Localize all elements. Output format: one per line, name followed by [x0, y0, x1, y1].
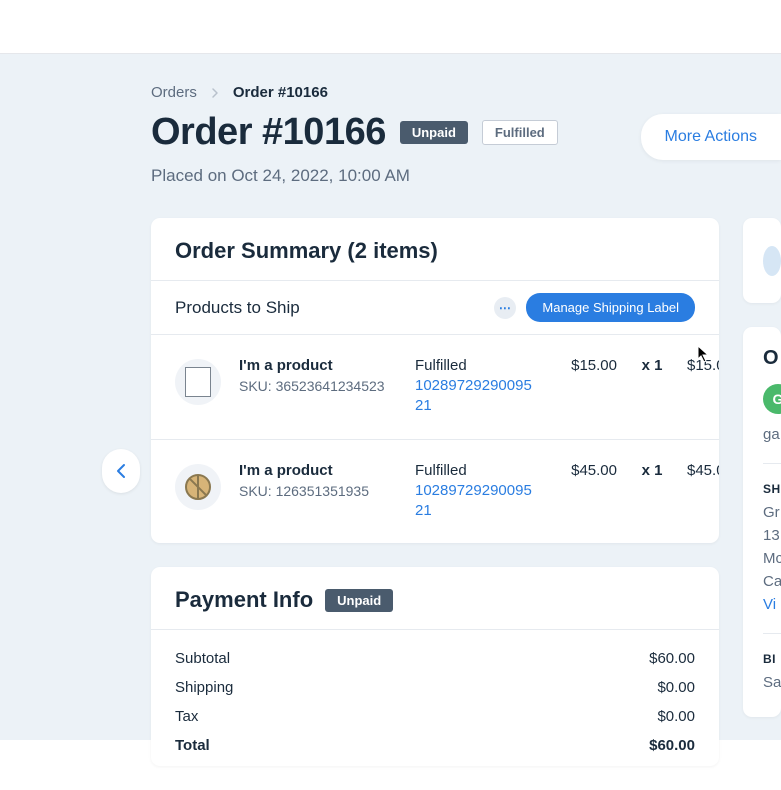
- frame-icon: [185, 367, 211, 397]
- shipping-line: 13: [763, 527, 781, 544]
- customer-avatar: G: [763, 384, 781, 414]
- more-actions-button[interactable]: More Actions: [641, 114, 781, 160]
- quantity: x 1: [635, 462, 669, 479]
- chevron-left-icon: [116, 463, 126, 479]
- product-sku: SKU: 126351351935: [239, 483, 397, 499]
- products-to-ship-label: Products to Ship: [175, 298, 300, 318]
- chevron-right-icon: [211, 87, 219, 99]
- divider: [763, 463, 781, 464]
- page-title: Order #10166: [151, 111, 386, 154]
- line-total: $45.00: [687, 462, 719, 479]
- product-icon: [185, 474, 211, 500]
- page-area: Orders Order #10166 Order #10166 Unpaid …: [0, 54, 781, 740]
- product-row: I'm a product SKU: 126351351935 Fulfille…: [151, 440, 719, 544]
- view-link[interactable]: Vi: [763, 596, 781, 613]
- product-name[interactable]: I'm a product: [239, 462, 397, 479]
- product-sku: SKU: 36523641234523: [239, 378, 397, 394]
- breadcrumb-current: Order #10166: [233, 84, 328, 101]
- main-column: Order Summary (2 items) Products to Ship…: [151, 218, 719, 790]
- shipping-line: Ca: [763, 573, 781, 590]
- unit-price: $45.00: [555, 462, 617, 479]
- product-info: I'm a product SKU: 126351351935: [239, 462, 397, 499]
- payment-info-title: Payment Info: [175, 587, 313, 613]
- quantity: x 1: [635, 357, 669, 374]
- back-button[interactable]: [102, 449, 140, 493]
- fulfillment-column: Fulfilled 1028972929009521: [415, 462, 537, 522]
- shipping-label: Shipping: [175, 679, 233, 696]
- order-summary-header: Order Summary (2 items): [151, 218, 719, 281]
- order-summary-card: Order Summary (2 items) Products to Ship…: [151, 218, 719, 543]
- product-name[interactable]: I'm a product: [239, 357, 397, 374]
- customer-card-title: O: [763, 347, 781, 370]
- product-info: I'm a product SKU: 36523641234523: [239, 357, 397, 394]
- subtotal-label: Subtotal: [175, 650, 230, 667]
- manage-shipping-label-button[interactable]: Manage Shipping Label: [526, 293, 695, 322]
- payment-shipping-row: Shipping $0.00: [175, 679, 695, 696]
- billing-section-title: BI: [763, 652, 781, 666]
- fulfillment-status: Fulfilled: [415, 462, 537, 479]
- customer-card: O G ga SH Gr 13 Mc Ca Vi BI Sa: [743, 327, 781, 717]
- line-total: $15.00: [687, 357, 719, 374]
- status-badge-fulfillment: Fulfilled: [482, 120, 558, 145]
- product-thumbnail: [175, 464, 221, 510]
- billing-line: Sa: [763, 674, 781, 691]
- breadcrumb-root[interactable]: Orders: [151, 84, 197, 101]
- tax-label: Tax: [175, 708, 198, 725]
- payment-tax-row: Tax $0.00: [175, 708, 695, 725]
- tracking-number[interactable]: 1028972929009521: [415, 376, 537, 417]
- customer-email[interactable]: ga: [763, 426, 781, 443]
- unit-price: $15.00: [555, 357, 617, 374]
- subtotal-value: $60.00: [649, 650, 695, 667]
- side-card-top: [743, 218, 781, 303]
- products-to-ship-header: Products to Ship ⋯ Manage Shipping Label: [151, 281, 719, 335]
- more-options-button[interactable]: ⋯: [494, 297, 516, 319]
- payment-status-badge: Unpaid: [325, 589, 393, 612]
- payment-info-header: Payment Info Unpaid: [151, 567, 719, 630]
- breadcrumb: Orders Order #10166: [151, 84, 781, 101]
- payment-info-card: Payment Info Unpaid Subtotal $60.00 Ship…: [151, 567, 719, 766]
- product-thumbnail: [175, 359, 221, 405]
- placed-on-text: Placed on Oct 24, 2022, 10:00 AM: [151, 166, 781, 186]
- shipping-line: Mc: [763, 550, 781, 567]
- avatar: [763, 246, 781, 276]
- fulfillment-column: Fulfilled 1028972929009521: [415, 357, 537, 417]
- shipping-actions: ⋯ Manage Shipping Label: [494, 293, 695, 322]
- side-column: O G ga SH Gr 13 Mc Ca Vi BI Sa: [743, 218, 781, 790]
- fulfillment-status: Fulfilled: [415, 357, 537, 374]
- product-row: I'm a product SKU: 36523641234523 Fulfil…: [151, 335, 719, 440]
- status-badge-payment: Unpaid: [400, 121, 468, 144]
- order-summary-title: Order Summary (2 items): [175, 238, 438, 264]
- payment-subtotal-row: Subtotal $60.00: [175, 650, 695, 667]
- tracking-number[interactable]: 1028972929009521: [415, 481, 537, 522]
- shipping-value: $0.00: [657, 679, 695, 696]
- top-bar: [0, 0, 781, 54]
- divider: [763, 633, 781, 634]
- shipping-section-title: SH: [763, 482, 781, 496]
- shipping-line: Gr: [763, 504, 781, 521]
- payment-body: Subtotal $60.00 Shipping $0.00 Tax $0.00…: [151, 630, 719, 754]
- content-row: Order Summary (2 items) Products to Ship…: [151, 218, 781, 790]
- tax-value: $0.00: [657, 708, 695, 725]
